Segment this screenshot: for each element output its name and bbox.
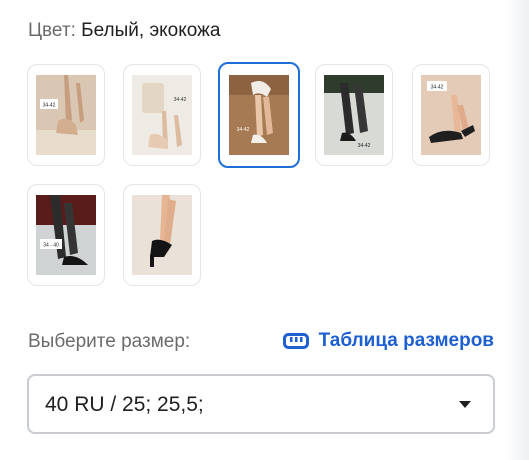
ruler-icon [282, 332, 309, 350]
color-swatch[interactable] [123, 184, 201, 286]
color-value: Белый, экокожа [81, 20, 221, 41]
swatch-badge: 34-42 [358, 143, 371, 149]
swatch-badge: 34-42 [174, 97, 187, 103]
size-table-link[interactable]: Таблица размеров [282, 330, 494, 352]
caret-down-icon [459, 401, 471, 408]
color-swatch[interactable]: 34-42 [27, 64, 105, 166]
color-row: Цвет: Белый, экокожа [28, 19, 220, 43]
swatch-badge: 34-42 [237, 127, 250, 133]
swatch-photo: 34-42 [324, 75, 384, 155]
swatch-badge: 34-42 [43, 103, 56, 109]
right-edge-shadow [505, 0, 529, 460]
color-swatch[interactable]: 34 - 40 [27, 184, 105, 286]
swatch-photo: 34 - 40 [36, 195, 96, 275]
size-select-value: 40 RU / 25; 25,5; [45, 393, 204, 416]
color-swatch[interactable]: 34-42 [412, 64, 490, 166]
swatch-photo: 34-42 [229, 75, 289, 155]
swatch-photo: 34-42 [421, 75, 481, 155]
size-prompt: Выберите размер: [28, 331, 191, 352]
swatch-photo: 34-42 [36, 75, 96, 155]
swatch-badge: 34-42 [431, 85, 444, 91]
color-swatch[interactable]: 34-42 [218, 62, 300, 168]
swatch-photo [132, 195, 192, 275]
color-swatch[interactable]: 34-42 [315, 64, 393, 166]
size-row: Выберите размер: Таблица размеров [28, 329, 498, 355]
color-label: Цвет: [28, 20, 76, 41]
size-table-label: Таблица размеров [318, 330, 494, 351]
swatch-badge: 34 - 40 [43, 243, 59, 249]
swatch-photo: 34-42 [132, 75, 192, 155]
color-swatch[interactable]: 34-42 [123, 64, 201, 166]
size-select[interactable]: 40 RU / 25; 25,5; [27, 374, 495, 434]
